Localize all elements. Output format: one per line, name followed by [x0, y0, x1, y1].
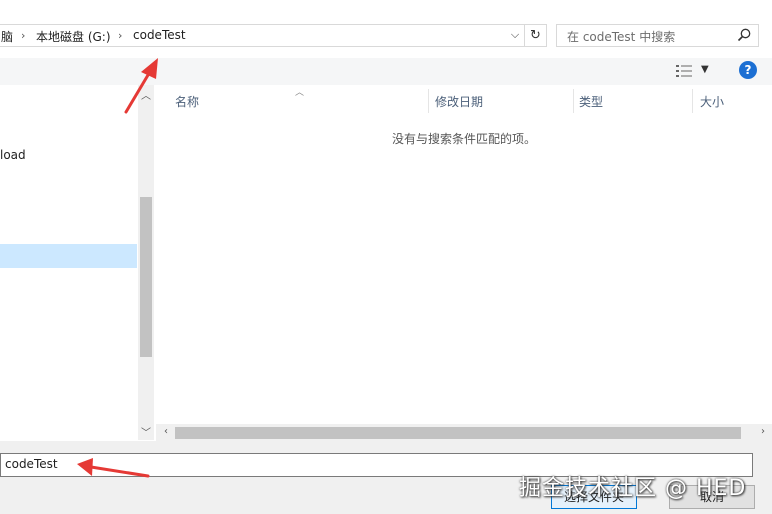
file-list[interactable]: ︿ 名称 修改日期 类型 大小 没有与搜索条件匹配的项。 — [156, 85, 772, 440]
view-dropdown-icon[interactable]: ▼ — [701, 64, 709, 75]
column-header-name[interactable]: 名称 — [175, 93, 199, 110]
search-input[interactable]: 在 codeTest 中搜索 — [556, 24, 759, 47]
nav-scroll-thumb[interactable] — [140, 197, 152, 357]
scroll-left-icon[interactable]: ‹ — [159, 426, 173, 440]
navigation-pane: load — [0, 85, 137, 440]
command-toolbar: ▼ ? — [0, 58, 772, 85]
select-folder-button[interactable]: 选择文件夹 — [551, 485, 637, 509]
column-divider[interactable] — [428, 89, 429, 113]
search-placeholder: 在 codeTest 中搜索 — [567, 30, 676, 44]
horizontal-scroll-thumb[interactable] — [175, 427, 741, 439]
refresh-button[interactable]: ↻ — [524, 24, 547, 47]
nav-item-download[interactable]: load — [0, 146, 137, 166]
column-header-date[interactable]: 修改日期 — [435, 93, 483, 110]
help-icon[interactable]: ? — [739, 61, 757, 79]
column-header-size[interactable]: 大小 — [700, 93, 724, 110]
sort-ascending-icon: ︿ — [295, 88, 305, 98]
empty-message: 没有与搜索条件匹配的项。 — [392, 132, 537, 146]
scroll-down-icon[interactable]: ﹀ — [138, 424, 154, 439]
address-history-dropdown-icon[interactable]: ⌵ — [508, 28, 522, 44]
breadcrumb-codetest[interactable]: codeTest — [133, 28, 186, 42]
address-bar[interactable]: 脑 › 本地磁盘 (G:) › codeTest — [0, 24, 525, 47]
breadcrumb-separator[interactable]: › — [21, 29, 25, 42]
breadcrumb-computer[interactable]: 脑 — [1, 28, 13, 45]
column-header-type[interactable]: 类型 — [579, 93, 603, 110]
column-divider[interactable] — [573, 89, 574, 113]
view-details-icon[interactable] — [676, 64, 692, 78]
scroll-right-icon[interactable]: › — [756, 426, 770, 440]
column-divider[interactable] — [692, 89, 693, 113]
nav-item-label: load — [0, 148, 26, 162]
nav-item-selected[interactable] — [0, 244, 137, 268]
search-icon[interactable] — [736, 27, 752, 43]
cancel-button[interactable]: 取消 — [669, 485, 755, 509]
scroll-up-icon[interactable]: ︿ — [138, 87, 154, 102]
dialog-footer — [0, 441, 772, 514]
refresh-icon: ↻ — [530, 28, 541, 43]
breadcrumb-separator[interactable]: › — [118, 29, 122, 42]
breadcrumb-drive-g[interactable]: 本地磁盘 (G:) — [36, 28, 111, 45]
folder-name-input[interactable]: codeTest — [0, 453, 753, 477]
